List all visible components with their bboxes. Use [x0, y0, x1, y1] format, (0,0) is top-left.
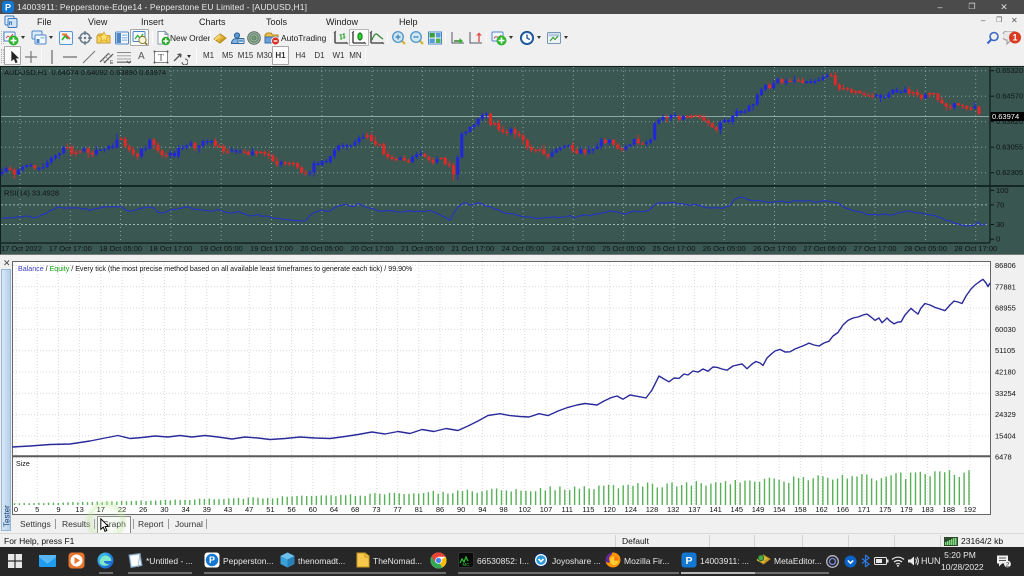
svg-text:60030: 60030 [995, 325, 1016, 334]
svg-text:0.63055: 0.63055 [996, 143, 1023, 152]
svg-text:28 Oct 05:00: 28 Oct 05:00 [904, 244, 947, 253]
svg-text:30: 30 [996, 220, 1004, 229]
svg-text:42180: 42180 [995, 368, 1016, 377]
svg-text:6478: 6478 [995, 453, 1012, 462]
svg-text:P: P [685, 555, 692, 567]
svg-text:RSI(14) 33.4928: RSI(14) 33.4928 [4, 189, 59, 198]
svg-text:17 Oct 2022: 17 Oct 2022 [1, 244, 42, 253]
svg-text:18 Oct 17:00: 18 Oct 17:00 [149, 244, 192, 253]
svg-text:26 Oct 05:00: 26 Oct 05:00 [703, 244, 746, 253]
svg-text:0: 0 [996, 235, 1000, 244]
svg-text:Tester: Tester [3, 505, 12, 527]
svg-text:68955: 68955 [995, 304, 1016, 313]
svg-text:24329: 24329 [995, 410, 1016, 419]
svg-text:0.64570: 0.64570 [996, 92, 1023, 101]
svg-text:86806: 86806 [995, 261, 1016, 270]
svg-text:MC: MC [463, 562, 471, 567]
svg-text:18 Oct 05:00: 18 Oct 05:00 [99, 244, 142, 253]
svg-text:0.62305: 0.62305 [996, 168, 1023, 177]
svg-text:20 Oct 05:00: 20 Oct 05:00 [300, 244, 343, 253]
svg-text:1: 1 [1012, 33, 1017, 43]
svg-text:25 Oct 05:00: 25 Oct 05:00 [602, 244, 645, 253]
svg-text:24 Oct 17:00: 24 Oct 17:00 [552, 244, 595, 253]
svg-text:21 Oct 05:00: 21 Oct 05:00 [401, 244, 444, 253]
svg-text:AUDUSD,H1 0.64074 0.64092 0.6: AUDUSD,H1 0.64074 0.64092 0.63890 0.6397… [4, 68, 166, 77]
svg-text:2: 2 [1006, 561, 1010, 568]
svg-text:19 Oct 17:00: 19 Oct 17:00 [250, 244, 293, 253]
svg-text:70: 70 [996, 200, 1004, 209]
svg-text:P: P [209, 555, 215, 565]
svg-text:0.63974: 0.63974 [992, 112, 1019, 121]
svg-text:28 Oct 17:00: 28 Oct 17:00 [954, 244, 997, 253]
svg-text:27 Oct 05:00: 27 Oct 05:00 [803, 244, 846, 253]
svg-text:P: P [5, 3, 11, 13]
svg-text:77881: 77881 [995, 282, 1016, 291]
svg-text:21 Oct 17:00: 21 Oct 17:00 [451, 244, 494, 253]
svg-text:15404: 15404 [995, 431, 1016, 440]
svg-text:19 Oct 05:00: 19 Oct 05:00 [200, 244, 243, 253]
svg-text:24 Oct 05:00: 24 Oct 05:00 [502, 244, 545, 253]
svg-text:0.65320: 0.65320 [996, 66, 1023, 75]
svg-text:33254: 33254 [995, 389, 1016, 398]
svg-text:17 Oct 17:00: 17 Oct 17:00 [49, 244, 92, 253]
svg-text:100: 100 [996, 186, 1009, 195]
svg-text:E: E [110, 60, 114, 65]
svg-text:27 Oct 17:00: 27 Oct 17:00 [854, 244, 897, 253]
svg-text:25 Oct 17:00: 25 Oct 17:00 [652, 244, 695, 253]
svg-text:T: T [158, 53, 164, 63]
svg-text:20 Oct 17:00: 20 Oct 17:00 [351, 244, 394, 253]
svg-text:51105: 51105 [995, 346, 1015, 355]
svg-text:26 Oct 17:00: 26 Oct 17:00 [753, 244, 796, 253]
